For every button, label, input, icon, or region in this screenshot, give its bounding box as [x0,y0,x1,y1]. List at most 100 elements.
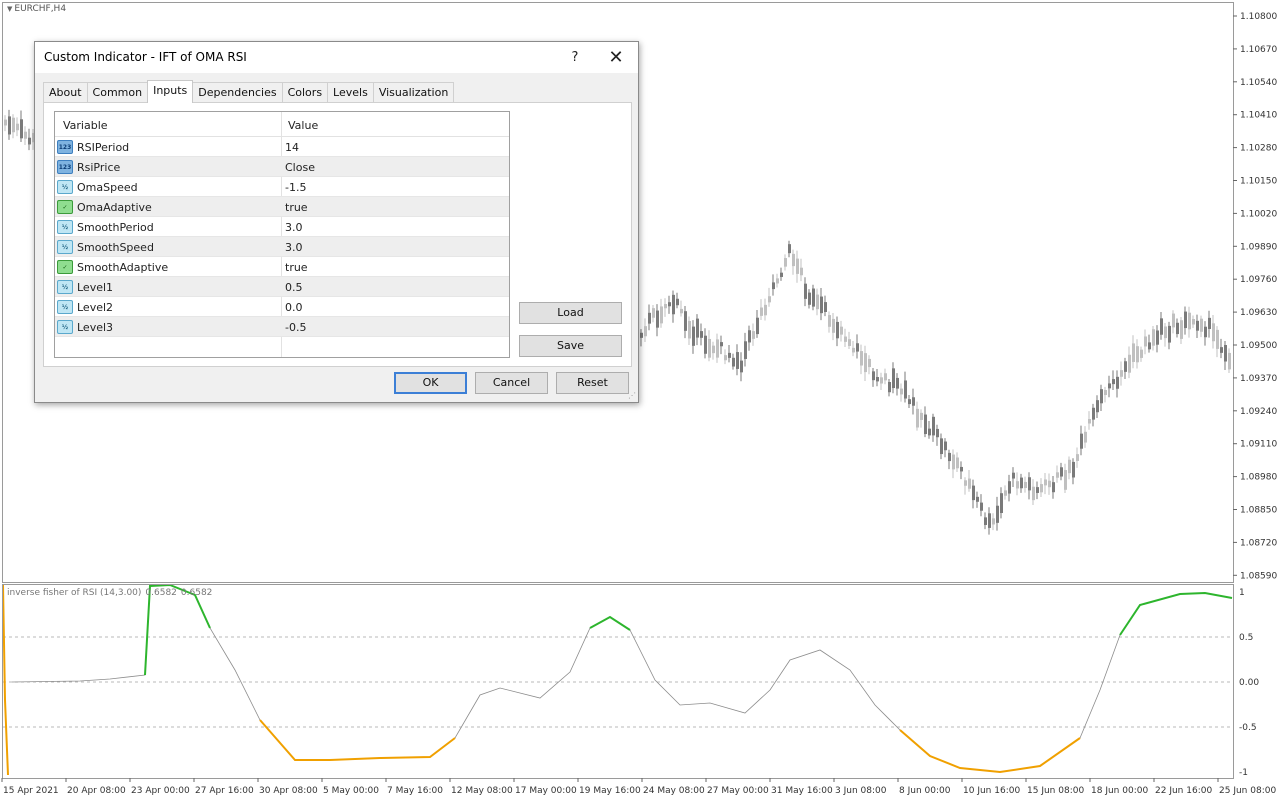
candle-body [1096,400,1099,413]
input-value[interactable]: Close [285,161,315,174]
candle-body [752,331,755,339]
cancel-button[interactable]: Cancel [475,372,548,394]
candle-body [1160,318,1163,335]
tab-about[interactable]: About [43,82,88,103]
candle-body [1012,472,1015,479]
input-value[interactable]: 14 [285,141,299,154]
candle-body [856,343,859,352]
input-value[interactable]: true [285,201,308,214]
candle-body [728,352,731,358]
double-icon: ½ [57,180,73,194]
input-row-rsiprice[interactable]: 123 RsiPrice Close [55,157,509,177]
reset-button[interactable]: Reset [556,372,629,394]
candle-body [1204,326,1207,338]
tab-inputs[interactable]: Inputs [147,80,194,103]
price-label: 1.10150 [1240,177,1277,187]
input-value[interactable]: -1.5 [285,181,306,194]
indicator-name: inverse fisher of RSI (14,3.00) [7,588,142,598]
candle-body [984,517,987,525]
tab-visualization[interactable]: Visualization [372,82,455,103]
indicator-lines [2,583,1233,776]
candle-body [716,339,719,358]
tab-colors[interactable]: Colors [281,82,329,103]
input-row-level2[interactable]: ½ Level2 0.0 [55,297,509,317]
candle-body [912,397,915,406]
time-label: 19 May 16:00 [579,786,641,796]
double-icon: ½ [57,300,73,314]
input-row-level1[interactable]: ½ Level1 0.5 [55,277,509,297]
candle-body [1188,312,1191,330]
candle-body [740,360,743,373]
candle-body [1004,490,1007,496]
input-value[interactable]: 0.5 [285,281,303,294]
candle-body [776,278,779,284]
input-name: Level3 [77,321,114,334]
candle-body [972,485,975,501]
input-value[interactable]: -0.5 [285,321,306,334]
input-row-rsiperiod[interactable]: 123 RSIPeriod 14 [55,137,509,157]
candle-body [712,345,715,354]
candle-body [1200,318,1203,332]
close-icon[interactable]: ✕ [601,46,631,70]
candle-body [672,294,675,315]
input-name: SmoothPeriod [77,221,154,234]
candle-body [1156,330,1159,345]
candle-body [832,318,835,333]
price-label: 1.08590 [1240,571,1277,581]
input-row-omaspeed[interactable]: ½ OmaSpeed -1.5 [55,177,509,197]
candle-body [1016,481,1019,489]
candle-body [16,123,19,131]
dialog-titlebar[interactable]: Custom Indicator - IFT of OMA RSI ? ✕ [35,42,638,73]
symbol-label[interactable]: ▼ EURCHF,H4 [7,4,66,14]
candle-body [1120,370,1123,377]
candle-body [692,326,695,346]
level-label: 1 [1239,588,1245,598]
price-label: 1.10280 [1240,144,1277,154]
input-value[interactable]: 3.0 [285,241,303,254]
candle-body [1108,383,1111,389]
candle-body [1052,482,1055,493]
input-value[interactable]: 3.0 [285,221,303,234]
header-value[interactable]: Value [288,119,318,132]
candle-body [760,307,763,316]
ok-button[interactable]: OK [394,372,467,394]
tab-levels[interactable]: Levels [327,82,374,103]
candle-body [1216,329,1219,349]
input-row-smoothperiod[interactable]: ½ SmoothPeriod 3.0 [55,217,509,237]
input-value[interactable]: true [285,261,308,274]
candle-body [880,377,883,384]
level-label: -1 [1239,768,1248,778]
double-icon: ½ [57,240,73,254]
symbol-text: EURCHF,H4 [14,4,67,14]
inputs-grid[interactable]: Variable Value 123 RSIPeriod 14 123 RsiP… [54,111,510,358]
input-row-omaadaptive[interactable]: ✓ OmaAdaptive true [55,197,509,217]
price-label: 1.09500 [1240,341,1277,351]
help-button[interactable]: ? [563,46,587,70]
indicator-label: inverse fisher of RSI (14,3.00) 0.6582 0.6… [7,588,216,598]
input-row-level3[interactable]: ½ Level3 -0.5 [55,317,509,337]
candle-body [1176,322,1179,335]
candle-body [796,258,799,274]
candle-body [708,338,711,358]
candle-body [1008,481,1011,494]
resize-grip-icon[interactable]: ⋰ [628,391,636,400]
tab-dependencies[interactable]: Dependencies [192,82,283,103]
time-label: 17 May 00:00 [515,786,577,796]
time-label: 3 Jun 08:00 [835,786,887,796]
input-value[interactable]: 0.0 [285,301,303,314]
input-row-smoothadaptive[interactable]: ✓ SmoothAdaptive true [55,257,509,277]
time-label: 10 Jun 16:00 [963,786,1020,796]
candle-body [924,414,927,435]
tab-common[interactable]: Common [86,82,149,103]
save-button[interactable]: Save [519,335,622,357]
candle-body [20,119,23,139]
candle-body [1228,352,1231,370]
candle-body [1036,487,1039,493]
header-variable[interactable]: Variable [63,119,108,132]
input-name: SmoothSpeed [77,241,154,254]
candle-body [976,496,979,502]
input-row-smoothspeed[interactable]: ½ SmoothSpeed 3.0 [55,237,509,257]
load-button[interactable]: Load [519,302,622,324]
candle-body [1132,343,1135,362]
candle-body [792,253,795,267]
